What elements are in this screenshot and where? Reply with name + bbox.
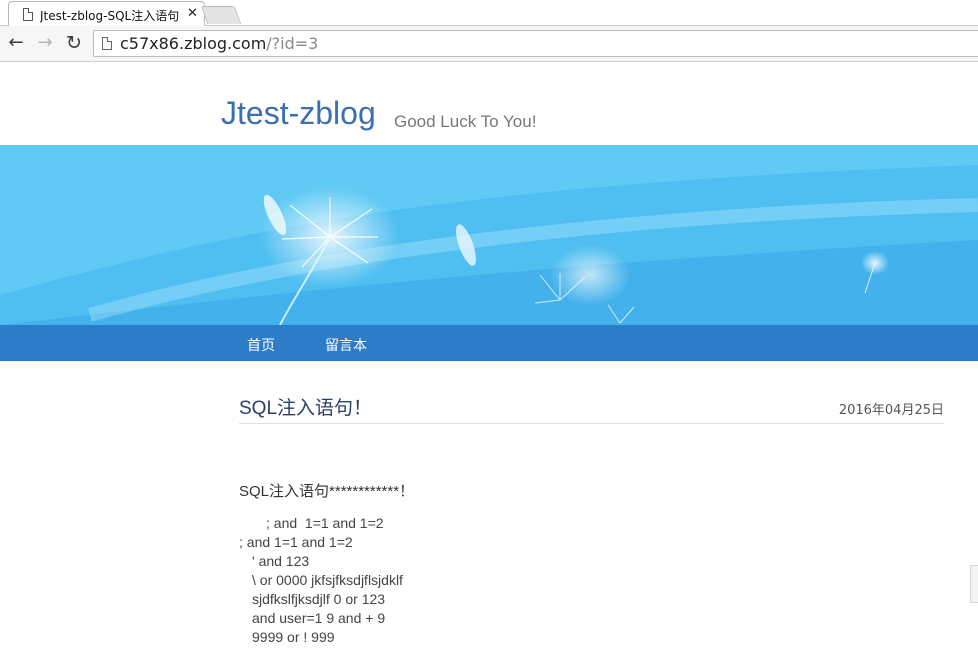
post-line: ; and 1=1 and 1=2 xyxy=(266,515,384,531)
dandelion-banner-art xyxy=(0,145,978,325)
main-navigation: 首页 留言本 xyxy=(0,325,978,361)
url-text[interactable]: c57x86.zblog.com/?id=3 xyxy=(120,34,318,53)
browser-toolbar: ← → ↻ c57x86.zblog.com/?id=3 xyxy=(0,26,978,62)
nav-item-guestbook[interactable]: 留言本 xyxy=(325,335,367,355)
browser-tab[interactable]: Jtest-zblog-SQL注入语句 ✕ xyxy=(8,1,205,27)
nav-item-home[interactable]: 首页 xyxy=(247,335,275,355)
forward-arrow-icon[interactable]: → xyxy=(35,33,55,53)
page-info-icon[interactable] xyxy=(102,37,112,50)
post-line: sjdfkslfjksdjlf 0 or 123 xyxy=(252,591,386,607)
post-divider xyxy=(239,423,944,424)
post-line: 9999 or ! 999 xyxy=(252,629,335,645)
close-icon[interactable]: ✕ xyxy=(187,6,198,21)
scroll-to-top-handle[interactable] xyxy=(970,565,978,603)
reload-icon[interactable]: ↻ xyxy=(64,33,84,53)
url-host: c57x86.zblog.com xyxy=(120,34,267,53)
post-line: ; and 1=1 and 1=2 xyxy=(239,534,353,550)
browser-tab-strip: Jtest-zblog-SQL注入语句 ✕ xyxy=(0,0,978,27)
site-tagline: Good Luck To You! xyxy=(394,112,537,131)
back-arrow-icon[interactable]: ← xyxy=(6,33,26,53)
address-bar[interactable]: c57x86.zblog.com/?id=3 xyxy=(93,30,978,57)
post-line: ' and 123 xyxy=(252,553,310,569)
post-line: and user=1 9 and + 9 xyxy=(252,610,386,626)
document-icon xyxy=(23,8,33,21)
post-date: 2016年04月25日 xyxy=(838,403,944,418)
site-title[interactable]: Jtest-zblog xyxy=(221,95,376,132)
url-path: /?id=3 xyxy=(266,34,319,53)
tab-title: Jtest-zblog-SQL注入语句 xyxy=(40,9,180,23)
new-tab-button[interactable] xyxy=(200,6,242,24)
post-lead-text: SQL注入语句************！ xyxy=(239,483,415,500)
post-line: \ or 0000 jkfsjfksdjflsjdklf xyxy=(252,572,403,588)
header-banner-image xyxy=(0,145,978,325)
post-title[interactable]: SQL注入语句！ xyxy=(239,393,372,420)
